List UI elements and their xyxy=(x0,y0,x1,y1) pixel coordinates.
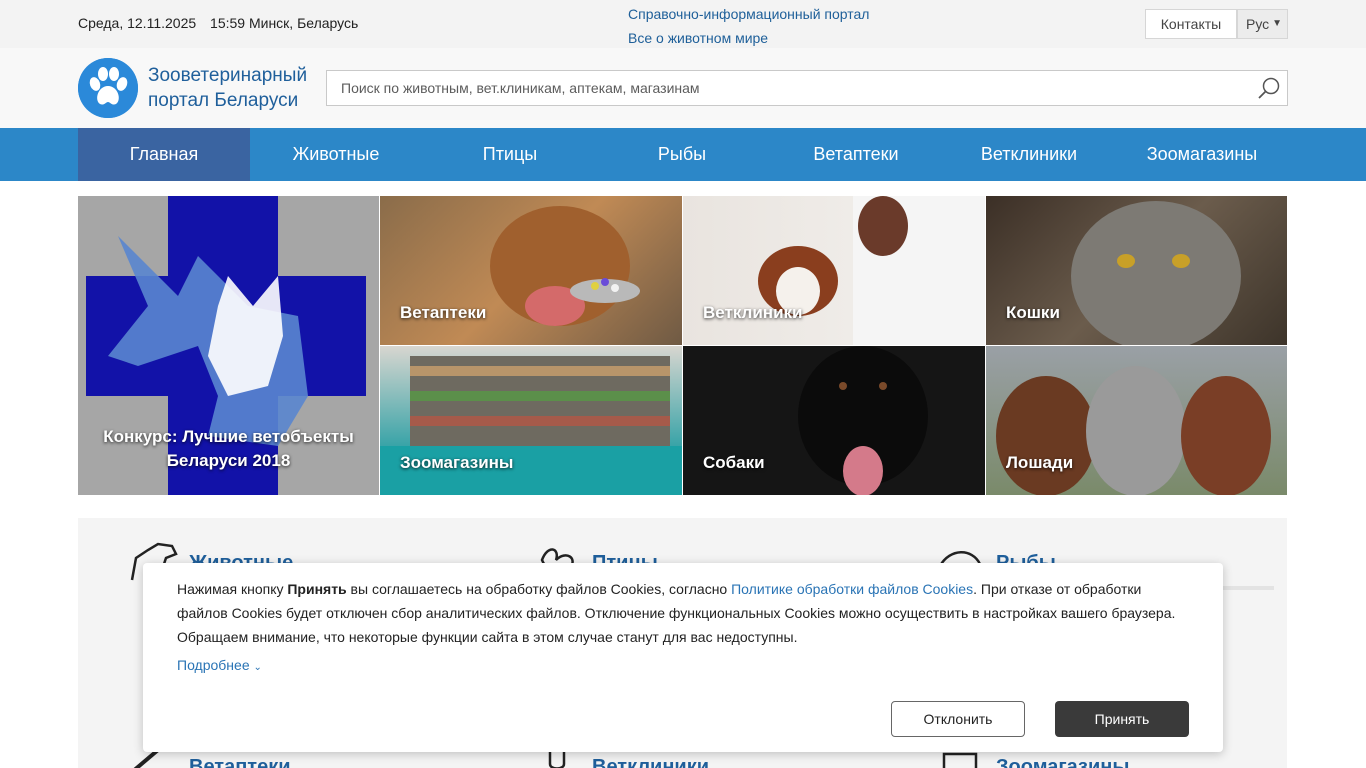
site-logo-title[interactable]: Зооветеринарный портал Беларуси xyxy=(148,63,307,113)
current-time-location: 15:59 Минск, Беларусь xyxy=(210,15,359,31)
contacts-button[interactable]: Контакты xyxy=(1145,9,1237,39)
chevron-down-icon: ▼ xyxy=(1272,18,1282,29)
tile-label: Ветаптеки xyxy=(400,303,487,322)
tile-label: Собаки xyxy=(703,453,765,472)
logo-line-2: портал Беларуси xyxy=(148,90,299,111)
nav-item-vet-pharmacies[interactable]: Ветаптеки xyxy=(770,128,942,181)
tile-dogs[interactable]: Собаки xyxy=(683,346,985,495)
cookie-text-accept-word: Принять xyxy=(287,581,347,597)
tile-vet-clinics[interactable]: Ветклиники xyxy=(683,196,985,345)
tile-vet-pharmacies[interactable]: Ветаптеки xyxy=(380,196,682,345)
tile-cats[interactable]: Кошки xyxy=(986,196,1287,345)
tile-contest-label: Конкурс: Лучшие ветобъекты Беларуси 2018 xyxy=(78,425,379,473)
cookie-more-label: Подробнее xyxy=(177,657,250,673)
category-vet-clinics[interactable]: Ветклиники xyxy=(592,756,709,768)
tile-contest-line-2: Беларуси 2018 xyxy=(166,451,291,470)
portal-tagline: Справочно-информационный портал Все о жи… xyxy=(628,2,869,50)
cookie-message: Нажимая кнопку Принять вы соглашаетесь н… xyxy=(177,577,1187,649)
cookie-text-middle: вы соглашаетесь на обработку файлов Cook… xyxy=(346,581,732,597)
portal-link-animals[interactable]: Все о животном мире xyxy=(628,26,869,50)
tile-contest[interactable]: Конкурс: Лучшие ветобъекты Беларуси 2018 xyxy=(78,196,379,495)
search-bar xyxy=(326,70,1288,106)
language-select[interactable]: Рус ▼ xyxy=(1237,9,1288,39)
cookie-accept-button[interactable]: Принять xyxy=(1055,701,1189,737)
chevron-down-icon: ⌄ xyxy=(253,662,262,673)
tile-horses[interactable]: Лошади xyxy=(986,346,1287,495)
cookie-policy-link[interactable]: Политике обработки файлов Cookies xyxy=(731,581,973,597)
search-input[interactable] xyxy=(327,71,1227,105)
site-header: Зооветеринарный портал Беларуси xyxy=(0,48,1366,128)
tile-label: Лошади xyxy=(1006,453,1074,472)
category-vet-pharmacies[interactable]: Ветаптеки xyxy=(189,756,291,768)
cookie-decline-button[interactable]: Отклонить xyxy=(891,701,1025,737)
current-date: Среда, 12.11.2025 xyxy=(78,15,197,31)
date-time: Среда, 12.11.2025 15:59 Минск, Беларусь xyxy=(78,15,358,31)
nav-item-animals[interactable]: Животные xyxy=(250,128,422,181)
tile-label: Зоомагазины xyxy=(400,453,514,472)
nav-item-vet-clinics[interactable]: Ветклиники xyxy=(943,128,1115,181)
featured-tiles: Конкурс: Лучшие ветобъекты Беларуси 2018… xyxy=(78,196,1287,495)
category-pet-shops[interactable]: Зоомагазины xyxy=(996,756,1129,768)
cookie-more-toggle[interactable]: Подробнее ⌄ xyxy=(177,657,262,673)
search-icon[interactable] xyxy=(1257,76,1281,100)
tile-pet-shops[interactable]: Зоомагазины xyxy=(380,346,682,495)
portal-link-info[interactable]: Справочно-информационный портал xyxy=(628,2,869,26)
tile-label: Кошки xyxy=(1006,303,1060,322)
top-bar: Среда, 12.11.2025 15:59 Минск, Беларусь … xyxy=(0,0,1366,48)
tile-label: Ветклиники xyxy=(703,303,803,322)
tile-contest-line-1: Конкурс: Лучшие ветобъекты xyxy=(103,427,354,446)
paw-logo-icon[interactable] xyxy=(78,58,138,118)
nav-item-home[interactable]: Главная xyxy=(78,128,250,181)
cookie-consent-dialog: Нажимая кнопку Принять вы соглашаетесь н… xyxy=(143,563,1223,752)
main-nav: Главная Животные Птицы Рыбы Ветаптеки Ве… xyxy=(0,128,1366,181)
language-value: Рус xyxy=(1246,16,1270,32)
nav-item-pet-shops[interactable]: Зоомагазины xyxy=(1116,128,1288,181)
nav-item-birds[interactable]: Птицы xyxy=(424,128,596,181)
cookie-text-start: Нажимая кнопку xyxy=(177,581,288,597)
logo-line-1: Зооветеринарный xyxy=(148,65,308,86)
nav-item-fish[interactable]: Рыбы xyxy=(596,128,768,181)
